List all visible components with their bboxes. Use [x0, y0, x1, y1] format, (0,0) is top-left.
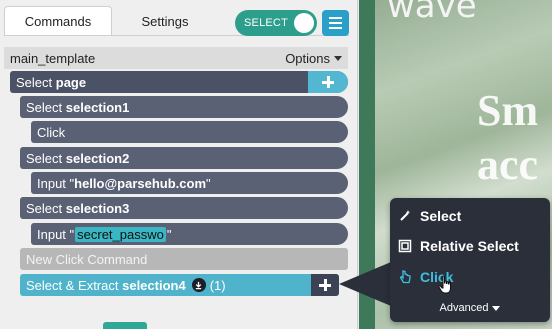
- password-value-field[interactable]: secret_passwo: [75, 226, 166, 242]
- hand-cursor-icon: [438, 275, 451, 294]
- command-selection-name: selection4: [122, 277, 186, 293]
- menu-button[interactable]: [322, 10, 349, 36]
- caret-down-icon: [492, 305, 501, 311]
- command-select-page[interactable]: Select page: [10, 71, 348, 93]
- command-suffix: ": [166, 226, 172, 242]
- add-command-button[interactable]: [308, 71, 348, 93]
- options-label: Options: [285, 50, 330, 66]
- command-prefix: Select: [16, 74, 53, 90]
- command-prefix: Select: [26, 200, 63, 216]
- command-select-extract-selection4[interactable]: Select & Extract selection4 (1): [20, 274, 339, 296]
- add-command-popup: Select Relative Select Click Advanced: [390, 198, 550, 322]
- template-name: main_template: [10, 50, 96, 66]
- command-input-email[interactable]: Input " hello@parsehub.com ": [31, 172, 348, 194]
- command-prefix: Input ": [37, 175, 75, 191]
- extract-download-icon: [191, 278, 206, 292]
- extract-count: (1): [209, 277, 226, 293]
- select-mode-toggle[interactable]: SELECT: [235, 10, 317, 36]
- command-click[interactable]: Click: [31, 121, 348, 143]
- options-dropdown[interactable]: Options: [285, 51, 342, 66]
- popup-item-label: Relative Select: [420, 238, 519, 254]
- hero-heading: Sm acc: [477, 84, 538, 192]
- tab-settings[interactable]: Settings: [112, 6, 218, 36]
- caret-down-icon: [334, 55, 342, 61]
- command-select-selection3[interactable]: Select selection3: [20, 197, 348, 219]
- command-input-value: hello@parsehub.com: [74, 175, 207, 191]
- popup-item-relative-select[interactable]: Relative Select: [398, 238, 519, 254]
- command-prefix: Select: [26, 99, 63, 115]
- panel-tabs: Commands Settings: [4, 6, 218, 36]
- popup-item-select[interactable]: Select: [398, 208, 461, 224]
- bottom-action-button[interactable]: [103, 322, 147, 329]
- command-selection-name: selection2: [65, 150, 130, 166]
- hero-line: acc: [477, 140, 539, 189]
- tab-commands[interactable]: Commands: [4, 6, 112, 36]
- command-select-selection2[interactable]: Select selection2: [20, 147, 348, 169]
- advanced-dropdown[interactable]: Advanced: [390, 302, 550, 314]
- pointer-icon: [399, 270, 411, 284]
- add-command-button[interactable]: [311, 274, 339, 296]
- commands-panel: Commands Settings SELECT main_template O…: [0, 0, 358, 329]
- command-prefix: Select: [26, 150, 63, 166]
- command-label: Click: [37, 124, 66, 140]
- hamburger-icon: [329, 17, 342, 19]
- popup-item-label: Select: [420, 208, 462, 224]
- template-row[interactable]: main_template Options: [4, 47, 348, 69]
- command-input-password[interactable]: Input " secret_passwo ": [31, 223, 348, 245]
- command-prefix: Select & Extract: [26, 277, 119, 293]
- command-new-click[interactable]: New Click Command: [20, 248, 348, 270]
- site-logo: wave: [387, 0, 477, 26]
- command-select-selection1[interactable]: Select selection1: [20, 96, 348, 118]
- plus-icon: [322, 76, 334, 88]
- command-selection-name: page: [55, 74, 87, 90]
- command-prefix: Input ": [37, 226, 75, 242]
- advanced-label: Advanced: [439, 302, 489, 314]
- command-selection-name: selection3: [65, 200, 130, 216]
- select-toggle-label: SELECT: [244, 17, 288, 29]
- popup-pointer: [339, 262, 391, 306]
- toggle-knob: [294, 13, 314, 33]
- command-label: New Click Command: [26, 251, 148, 267]
- plus-icon: [319, 279, 331, 291]
- command-selection-name: selection1: [65, 99, 130, 115]
- hero-line: Sm: [477, 86, 539, 135]
- wand-icon: [400, 210, 411, 221]
- command-suffix: ": [206, 175, 211, 191]
- relative-select-icon: [398, 239, 412, 253]
